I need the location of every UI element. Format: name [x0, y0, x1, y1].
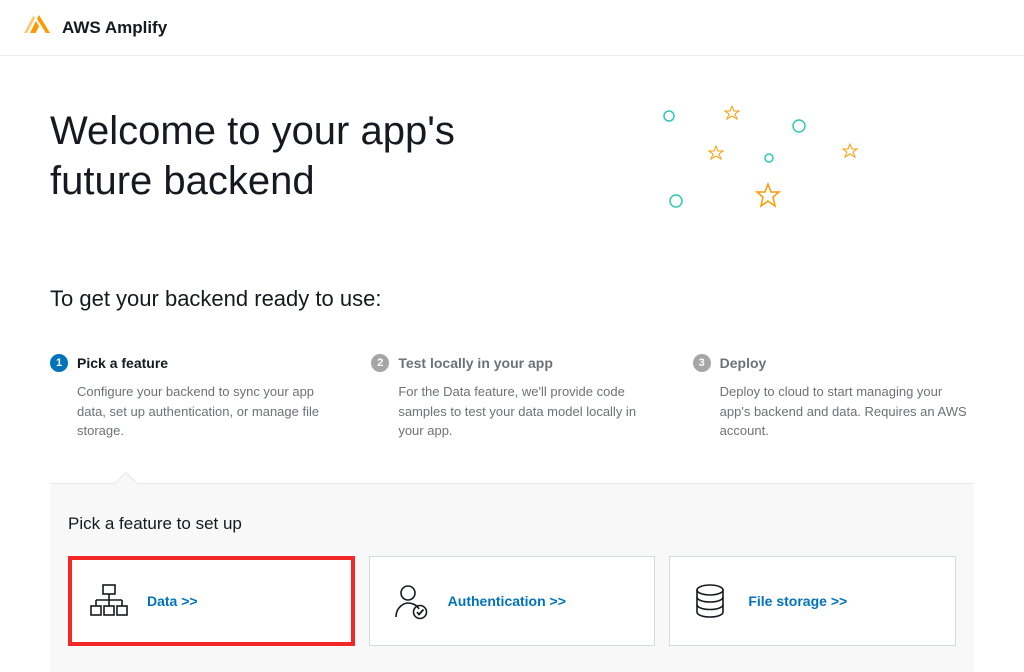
step-2: 2 Test locally in your app For the Data …: [371, 354, 652, 441]
step-description: Configure your backend to sync your app …: [50, 382, 331, 441]
step-number-badge: 1: [50, 354, 68, 372]
feature-panel: Pick a feature to set up: [50, 483, 974, 672]
authentication-icon: [388, 579, 432, 623]
step-3: 3 Deploy Deploy to cloud to start managi…: [693, 354, 974, 441]
feature-label: Data >>: [147, 593, 198, 609]
header: AWS Amplify: [0, 0, 1024, 56]
step-1: 1 Pick a feature Configure your backend …: [50, 354, 331, 441]
subheading: To get your backend ready to use:: [50, 286, 974, 312]
title-line-2: future backend: [50, 159, 315, 203]
step-title: Deploy: [720, 355, 767, 371]
panel-arrow-icon: [115, 471, 138, 494]
step-title: Test locally in your app: [398, 355, 553, 371]
feature-cards-row: Data >> Authentication >>: [68, 556, 956, 646]
title-line-1: Welcome to your app's: [50, 109, 455, 153]
step-number-badge: 3: [693, 354, 711, 372]
feature-label: Authentication >>: [448, 593, 566, 609]
main-content: Welcome to your app's future backend To …: [0, 56, 1024, 672]
storage-icon: [688, 579, 732, 623]
brand-name: AWS Amplify: [62, 18, 167, 38]
step-description: For the Data feature, we'll provide code…: [371, 382, 652, 441]
feature-label: File storage >>: [748, 593, 847, 609]
panel-title: Pick a feature to set up: [68, 514, 956, 534]
feature-card-file-storage[interactable]: File storage >>: [669, 556, 956, 646]
hero-section: Welcome to your app's future backend: [50, 106, 974, 226]
step-number-badge: 2: [371, 354, 389, 372]
feature-card-data[interactable]: Data >>: [68, 556, 355, 646]
data-icon: [87, 579, 131, 623]
step-title: Pick a feature: [77, 355, 168, 371]
step-description: Deploy to cloud to start managing your a…: [693, 382, 974, 441]
page-title: Welcome to your app's future backend: [50, 106, 455, 206]
steps-row: 1 Pick a feature Configure your backend …: [50, 354, 974, 441]
decoration-graphic: [634, 106, 934, 226]
feature-card-authentication[interactable]: Authentication >>: [369, 556, 656, 646]
amplify-logo-icon: [24, 12, 50, 43]
